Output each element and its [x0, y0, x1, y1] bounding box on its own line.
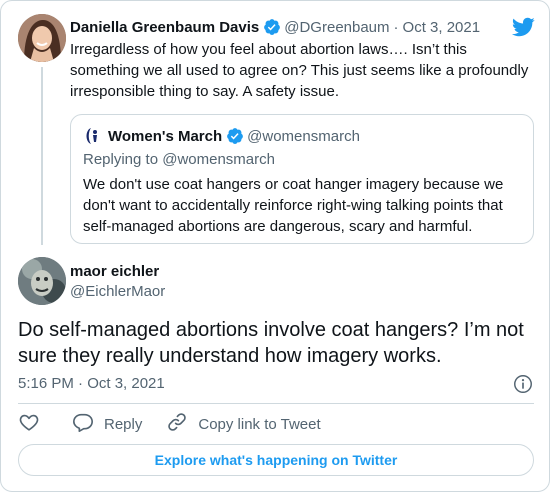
heart-icon [18, 411, 40, 437]
replying-to[interactable]: Replying to @womensmarch [83, 150, 275, 170]
thread-connector [41, 67, 43, 245]
parent-tweet-header: Daniella Greenbaum Davis @DGreenbaum · O… [70, 17, 480, 37]
reply-button[interactable]: Reply [72, 411, 142, 437]
embedded-tweet-card: Daniella Greenbaum Davis @DGreenbaum · O… [0, 0, 550, 492]
like-button[interactable] [18, 411, 40, 437]
copy-link-label: Copy link to Tweet [198, 415, 321, 433]
info-icon[interactable] [512, 373, 534, 395]
avatar[interactable] [18, 257, 66, 305]
tweet-text: Do self-managed abortions involve coat h… [18, 319, 524, 367]
divider [18, 403, 534, 404]
verified-badge-icon [226, 127, 244, 145]
reply-label: Reply [104, 415, 143, 433]
author-handle[interactable]: @DGreenbaum [284, 19, 389, 36]
speech-bubble-icon [72, 411, 94, 437]
womens-march-logo-icon [83, 126, 103, 146]
quoted-author-name[interactable]: Women's March [108, 128, 222, 145]
explore-twitter-button[interactable]: Explore what's happening on Twitter [18, 444, 534, 476]
quoted-tweet-header: Women's March @womensmarch [83, 126, 360, 146]
link-icon [166, 411, 188, 437]
author-name[interactable]: maor eichler [70, 262, 159, 282]
action-bar: Reply Copy link to Tweet [18, 412, 321, 436]
separator-dot: · [393, 18, 399, 36]
quoted-author-handle[interactable]: @womensmarch [247, 128, 360, 145]
tweet-timestamp[interactable]: 5:16 PM · Oct 3, 2021 [18, 374, 165, 394]
copy-link-button[interactable]: Copy link to Tweet [166, 411, 321, 437]
author-name[interactable]: Daniella Greenbaum Davis [70, 19, 259, 36]
quoted-tweet[interactable]: Women's March @womensmarch Replying to @… [70, 114, 534, 244]
avatar[interactable] [18, 14, 66, 62]
tweet-date[interactable]: Oct 3, 2021 [403, 19, 481, 36]
verified-badge-icon [263, 18, 281, 36]
parent-tweet-text: Irregardless of how you feel about abort… [70, 41, 529, 100]
twitter-bird-icon[interactable] [511, 15, 535, 39]
author-handle[interactable]: @EichlerMaor [70, 282, 165, 302]
quoted-tweet-text: We don't use coat hangers or coat hanger… [83, 176, 504, 235]
